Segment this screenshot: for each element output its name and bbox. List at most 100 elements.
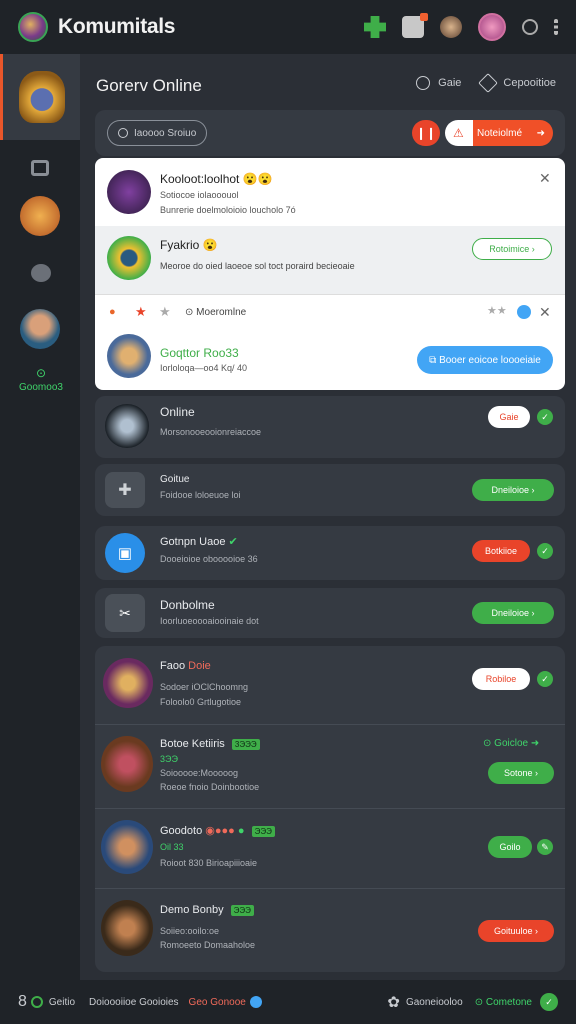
join-button[interactable]: ⧉ Booer eoicoe loooeiaie: [417, 346, 553, 374]
user-avatar[interactable]: [101, 900, 153, 956]
footer-item-1[interactable]: Geitio: [49, 997, 75, 1008]
popup-user-detail: Meoroe do oied laoeoe sol toct poraird b…: [160, 261, 355, 271]
popup-section-header: ⊙ Moeromlne: [185, 307, 246, 318]
top-icons: [364, 13, 558, 41]
user-avatar[interactable]: [103, 658, 153, 708]
footer-item-5-label: Cometone: [485, 996, 532, 1008]
gamepad-icon[interactable]: [364, 16, 386, 38]
list-item[interactable]: Online Morsonooeooionreiaccoe Gaie ✓: [95, 396, 565, 458]
user-avatar[interactable]: [107, 334, 151, 378]
friends-icon[interactable]: [402, 13, 428, 38]
favorite-icon[interactable]: ★: [159, 304, 171, 320]
clock-icon: [416, 76, 431, 90]
status-icon: ⊙: [483, 738, 495, 749]
friend-tag: 3ЭЭЭ: [231, 739, 260, 750]
sidebar-avatar-2[interactable]: [20, 309, 60, 349]
lightning-icon: [249, 996, 262, 1008]
top-bar: Komumitals: [0, 0, 576, 54]
header-link-1[interactable]: Gaie: [416, 76, 461, 90]
settings-icon[interactable]: [522, 19, 538, 35]
fire-icon[interactable]: ●: [109, 306, 116, 318]
list-item-button[interactable]: Botkiioe: [472, 540, 530, 562]
header-link-2[interactable]: Cepooitioe: [478, 73, 556, 93]
profile-icon[interactable]: [440, 16, 462, 38]
sidebar-item-active[interactable]: [0, 54, 80, 140]
friend-detail: Romoeeto Domaaholoe: [160, 940, 256, 950]
page-title: Gorerv Online: [96, 76, 202, 95]
user-avatar[interactable]: [478, 13, 506, 41]
user-avatar[interactable]: [101, 736, 153, 792]
footer-item-5[interactable]: ⊙ Cometone: [475, 997, 532, 1008]
sidebar-online-status[interactable]: ⊙ Goomoo3: [8, 366, 74, 393]
home-icon: [478, 73, 499, 93]
rating-icon[interactable]: ★★: [487, 304, 507, 317]
sidebar-avatar-1[interactable]: [20, 196, 60, 236]
record-icon: ❙❙: [415, 126, 437, 140]
footer-item-4[interactable]: Gaoneiooloo: [406, 997, 463, 1008]
tools-icon: ✂: [105, 594, 145, 632]
friend-action-button[interactable]: Robiloe: [472, 668, 530, 690]
online-icon: ●: [237, 825, 245, 837]
friend-name-row: Demo Bonby ЭЭЭ: [160, 904, 254, 916]
friend-name: Demo Bonby: [160, 904, 224, 916]
reaction-icons: ◉●●●: [205, 825, 235, 837]
chat-icon[interactable]: [31, 264, 51, 282]
list-item-button-label: Dneiloioe: [491, 485, 530, 495]
footer-item-2[interactable]: Doioooiioe Gooioies: [89, 997, 179, 1008]
list-item-button[interactable]: Dneiloioe ›: [472, 479, 554, 501]
list-item[interactable]: ▣ Gotnpn Uaoe ✔ Dooeioioe obooooioe 36 B…: [95, 526, 565, 580]
verified-icon: [517, 305, 531, 319]
sidebar: ⊙ Goomoo3: [0, 54, 80, 980]
search-input[interactable]: Iaoooo Sroiuo: [107, 120, 207, 146]
check-icon: ✓: [537, 543, 553, 559]
app-logo[interactable]: [18, 12, 48, 42]
friend-action-label: Robiloe: [485, 674, 517, 684]
friend-action-button[interactable]: Goituuloe ›: [478, 920, 554, 942]
user-avatar[interactable]: [107, 236, 151, 280]
list-item-subtitle: Dooeioioe obooooioe 36: [160, 554, 258, 564]
user-avatar[interactable]: [101, 820, 153, 874]
list-item-title: Donbolme: [160, 598, 215, 612]
close-icon[interactable]: ✕: [539, 170, 551, 187]
list-item[interactable]: ✂ Donbolme Ioorluoeoooaiooinaie dot Dnei…: [95, 588, 565, 638]
friend-status-text: Goicloe: [494, 738, 529, 749]
friend-tag: Doie: [188, 660, 211, 672]
friend-tag: ЭЭЭ: [251, 826, 275, 837]
join-button-label: Booer eoicoe loooeiaie: [439, 354, 541, 366]
bottom-bar: 8 Geitio Doioooiioe Gooioies Geo Gonooe …: [0, 980, 576, 1024]
app-title: Komumitals: [58, 15, 176, 38]
game-emblem-avatar: [18, 71, 65, 123]
popup-action-button[interactable]: Rotoimice ›: [472, 238, 552, 260]
search-icon: [118, 128, 128, 138]
list-item-subtitle: Foidooe loloeuoe loi: [160, 490, 241, 500]
status-icon: ⊙: [185, 307, 197, 318]
search-placeholder: Iaoooo Sroiuo: [134, 127, 197, 139]
close-icon[interactable]: ✕: [539, 304, 551, 321]
notifications-button[interactable]: ⚠ Noteiolmé ➜: [445, 120, 553, 146]
friend-action-button[interactable]: Sotone ›: [488, 762, 554, 784]
record-button[interactable]: ❙❙: [412, 120, 440, 146]
friend-name: Faoo: [160, 660, 186, 672]
status-icon: [30, 996, 43, 1008]
list-item-button[interactable]: Gaie: [488, 406, 530, 428]
header-link-1-label: Gaie: [438, 76, 462, 89]
footer-item-3[interactable]: Geo Gonooe: [189, 997, 246, 1008]
gear-icon[interactable]: ✿: [387, 993, 400, 1011]
list-item-title: Gotnpn Uaoe: [160, 536, 226, 548]
popup-user-name: Kooloot:loolhot 😮😮: [160, 172, 273, 186]
more-options-icon[interactable]: [554, 19, 558, 35]
inbox-icon[interactable]: [31, 160, 49, 176]
check-icon: ✓: [540, 993, 558, 1011]
popup-user-name: Goqttor Roo33: [160, 346, 239, 360]
friend-count: Oil 33: [160, 842, 184, 852]
list-item[interactable]: ✚ Goitue Foidooe loloeuoe loi Dneiloioe …: [95, 464, 565, 516]
edit-icon[interactable]: ✎: [537, 839, 553, 855]
check-icon: ✓: [537, 671, 553, 687]
friend-name: Botoe Ketiiris: [160, 738, 225, 750]
video-icon: ▣: [105, 533, 145, 573]
friend-action-button[interactable]: Goilo: [488, 836, 532, 858]
user-avatar[interactable]: [107, 170, 151, 214]
list-item-button[interactable]: Dneiloioe ›: [472, 602, 554, 624]
popup-row-2: Fyakrio 😮 Meoroe do oied laoeoe sol toct…: [95, 226, 565, 294]
star-icon[interactable]: ★: [135, 304, 147, 320]
